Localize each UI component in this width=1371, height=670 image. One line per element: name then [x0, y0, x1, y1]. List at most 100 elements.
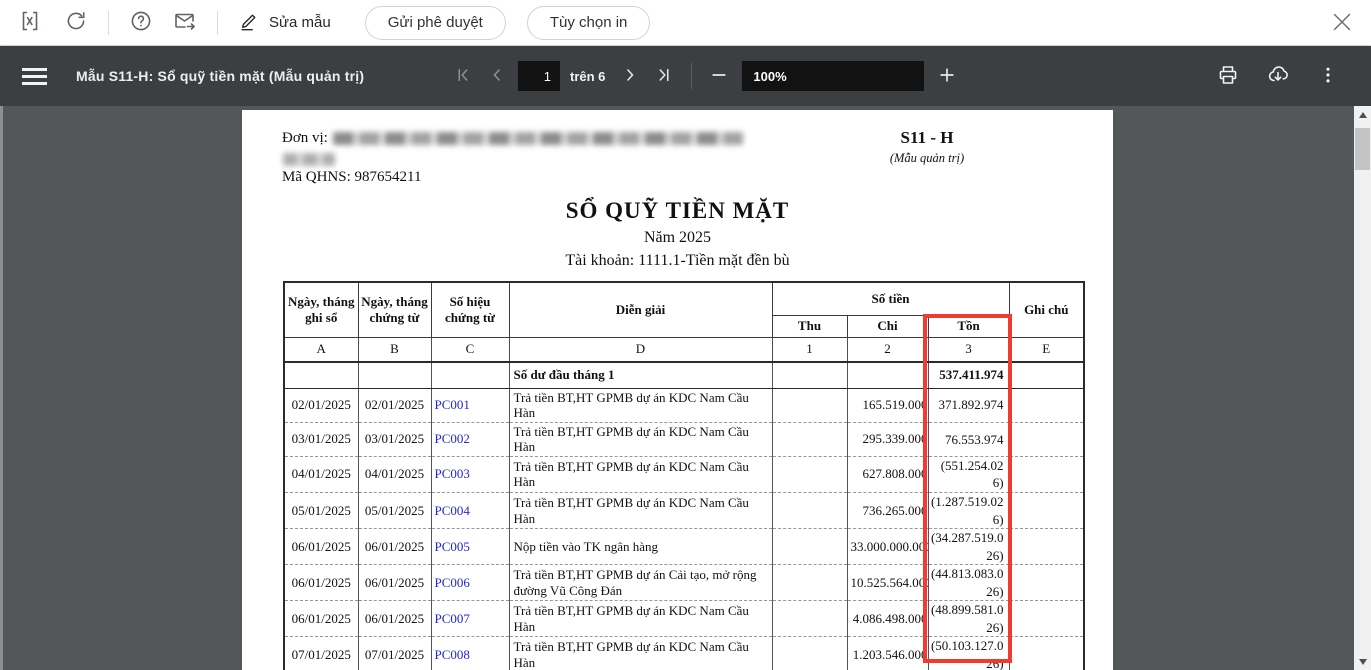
document-year: Năm 2025: [242, 229, 1113, 247]
print-button[interactable]: [1211, 59, 1245, 93]
zoom-level-display[interactable]: 100%: [742, 61, 924, 91]
download-button[interactable]: [1261, 59, 1295, 93]
cell-ton: (50.103.127.026): [928, 637, 1009, 670]
viewer-title: Mẫu S11-H: Sổ quỹ tiền mặt (Mẫu quản trị…: [76, 68, 364, 84]
redacted-company-name: [333, 132, 743, 145]
edit-template-label: Sửa mẫu: [269, 14, 331, 31]
cell-ngay-chung-tu: 03/01/2025: [358, 422, 431, 456]
document-account: Tài khoản: 1111.1-Tiền mặt đền bù: [242, 252, 1113, 270]
help-button[interactable]: [123, 5, 159, 41]
last-page-icon: [654, 65, 674, 88]
cell-thu: [772, 529, 847, 565]
table-row: 03/01/2025 03/01/2025 PC002 Trả tiền BT,…: [284, 422, 1084, 456]
document-title: SỔ QUỸ TIỀN MẶT: [242, 198, 1113, 224]
cell-dien-giai: Trả tiền BT,HT GPMB dự án KDC Nam Cầu Hà…: [509, 492, 772, 528]
column-letter-row: A B C D 1 2 3 E: [284, 337, 1084, 362]
cell-dien-giai: Trả tiền BT,HT GPMB dự án KDC Nam Cầu Hà…: [509, 601, 772, 637]
cell-ngay-ghi-so: 06/01/2025: [284, 601, 358, 637]
table-row: 06/01/2025 06/01/2025 PC006 Trả tiền BT,…: [284, 565, 1084, 601]
voucher-number-link[interactable]: PC001: [431, 388, 509, 422]
zoom-out-icon: [709, 65, 729, 88]
cell-thu: [772, 456, 847, 492]
qhns-code: Mã QHNS: 987654211: [282, 169, 421, 186]
page-number-input[interactable]: [518, 61, 560, 91]
print-icon: [1216, 63, 1240, 90]
refresh-button[interactable]: [58, 5, 94, 41]
table-row: 07/01/2025 07/01/2025 PC008 Trả tiền BT,…: [284, 637, 1084, 670]
cell-ngay-chung-tu: 05/01/2025: [358, 492, 431, 528]
table-row: 06/01/2025 06/01/2025 PC007 Trả tiền BT,…: [284, 601, 1084, 637]
header-ngay-ghi-so: Ngày, tháng ghi sổ: [284, 282, 358, 337]
cell-chi: 627.808.000: [847, 456, 928, 492]
last-page-button[interactable]: [649, 59, 679, 93]
send-approval-button[interactable]: Gửi phê duyệt: [365, 6, 506, 40]
edit-template-button[interactable]: Sửa mẫu: [238, 10, 331, 36]
cell-ngay-chung-tu: 04/01/2025: [358, 456, 431, 492]
send-mail-icon: [173, 9, 197, 36]
cell-ton: (551.254.026): [928, 456, 1009, 492]
voucher-number-link[interactable]: PC005: [431, 529, 509, 565]
voucher-number-link[interactable]: PC003: [431, 456, 509, 492]
scroll-up-icon: [1359, 112, 1367, 118]
toolbar-left-group: Sửa mẫu Gửi phê duyệt Tùy chọn in: [0, 5, 663, 41]
next-page-button[interactable]: [615, 59, 645, 93]
scrollbar-thumb[interactable]: [1355, 128, 1370, 170]
more-options-button[interactable]: [1311, 59, 1345, 93]
vertical-scrollbar[interactable]: [1354, 106, 1371, 670]
cell-ghi-chu: [1009, 529, 1084, 565]
menu-button[interactable]: [22, 56, 62, 96]
header-dien-giai: Diễn giải: [509, 282, 772, 337]
cell-chi: [847, 362, 928, 388]
close-button[interactable]: [1325, 6, 1359, 40]
cell-ton: (1.287.519.026): [928, 492, 1009, 528]
cell-thu: [772, 422, 847, 456]
export-excel-button[interactable]: [14, 5, 50, 41]
scroll-down-button[interactable]: [1354, 653, 1371, 670]
table-row: Số dư đầu tháng 1 537.411.974: [284, 362, 1084, 388]
page-navigation: trên 6 100%: [448, 46, 962, 106]
send-mail-button[interactable]: [167, 5, 203, 41]
zoom-out-button[interactable]: [704, 59, 734, 93]
voucher-number-link[interactable]: PC007: [431, 601, 509, 637]
cell-ngay-chung-tu: 06/01/2025: [358, 565, 431, 601]
download-icon: [1266, 63, 1290, 90]
voucher-number-link[interactable]: PC008: [431, 637, 509, 670]
voucher-number-link[interactable]: PC006: [431, 565, 509, 601]
print-options-button[interactable]: Tùy chọn in: [527, 6, 651, 40]
voucher-number-link[interactable]: PC002: [431, 422, 509, 456]
cell-dien-giai: Trả tiền BT,HT GPMB dự án KDC Nam Cầu Hà…: [509, 456, 772, 492]
zoom-in-button[interactable]: [932, 59, 962, 93]
table-row: 02/01/2025 02/01/2025 PC001 Trả tiền BT,…: [284, 388, 1084, 422]
zoom-in-icon: [937, 65, 957, 88]
cell-ton: (44.813.083.026): [928, 565, 1009, 601]
scroll-up-button[interactable]: [1354, 106, 1371, 123]
table-row: 05/01/2025 05/01/2025 PC004 Trả tiền BT,…: [284, 492, 1084, 528]
header-chi: Chi: [847, 315, 928, 337]
cell-ghi-chu: [1009, 422, 1084, 456]
cell-dien-giai: Trả tiền BT,HT GPMB dự án KDC Nam Cầu Hà…: [509, 388, 772, 422]
previous-page-button[interactable]: [482, 59, 512, 93]
header-ton: Tồn: [928, 315, 1009, 337]
cell-dien-giai: Trả tiền BT,HT GPMB dự án KDC Nam Cầu Hà…: [509, 422, 772, 456]
cell-ngay-ghi-so: [284, 362, 358, 388]
cell-ngay-ghi-so: 06/01/2025: [284, 565, 358, 601]
header-thu: Thu: [772, 315, 847, 337]
cell-ngay-chung-tu: 06/01/2025: [358, 601, 431, 637]
redacted-company-name-line2: [283, 153, 335, 166]
refresh-icon: [64, 9, 88, 36]
document-header: Đơn vị: Mã QHNS: 987654211 S11 - H (Mẫu …: [242, 110, 1113, 198]
toolbar-divider: [108, 11, 109, 35]
voucher-number-link[interactable]: PC004: [431, 492, 509, 528]
excel-export-icon: [20, 9, 44, 36]
toolbar-divider: [691, 63, 692, 89]
form-code: S11 - H: [842, 128, 1012, 148]
cell-ngay-ghi-so: 04/01/2025: [284, 456, 358, 492]
cell-dien-giai: Trả tiền BT,HT GPMB dự án KDC Nam Cầu Hà…: [509, 637, 772, 670]
table-row: 06/01/2025 06/01/2025 PC005 Nộp tiền vào…: [284, 529, 1084, 565]
header-so-hieu: Số hiệu chứng từ: [431, 282, 509, 337]
cell-ghi-chu: [1009, 362, 1084, 388]
cell-dien-giai: Trả tiền BT,HT GPMB dự án Cải tạo, mở rộ…: [509, 565, 772, 601]
page-count-label: trên 6: [570, 69, 605, 84]
first-page-button[interactable]: [448, 59, 478, 93]
cell-thu: [772, 388, 847, 422]
